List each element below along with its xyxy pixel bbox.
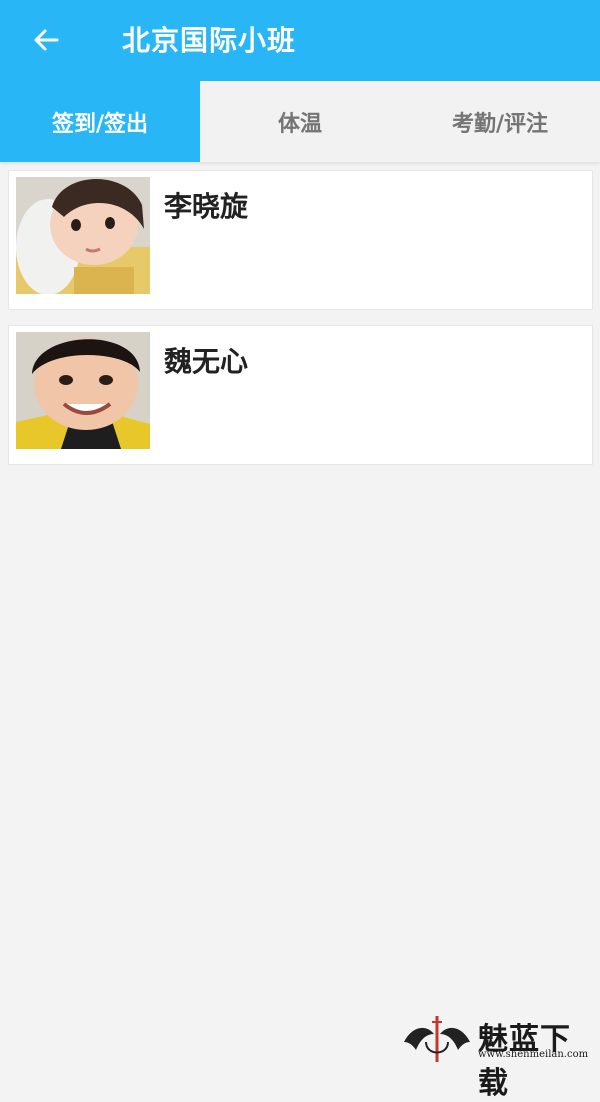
arrow-left-icon bbox=[34, 29, 59, 51]
watermark-url: www.shenmeilan.com bbox=[478, 1049, 589, 1060]
tab-sign-in-out[interactable]: 签到/签出 bbox=[0, 81, 200, 162]
page-title: 北京国际小班 bbox=[122, 24, 297, 57]
student-avatar bbox=[16, 177, 150, 294]
dragon-logo-icon bbox=[404, 1016, 470, 1062]
student-name: 李晓旋 bbox=[164, 190, 249, 223]
tab-bar: 签到/签出 体温 考勤/评注 bbox=[0, 81, 600, 162]
tab-temperature[interactable]: 体温 bbox=[200, 81, 400, 162]
student-name: 魏无心 bbox=[164, 345, 249, 378]
student-list: 李晓旋 魏无心 bbox=[8, 170, 593, 480]
student-card[interactable]: 魏无心 bbox=[8, 325, 593, 465]
app-bar: 北京国际小班 bbox=[0, 0, 600, 81]
back-button[interactable] bbox=[26, 20, 66, 60]
student-avatar bbox=[16, 332, 150, 449]
student-card[interactable]: 李晓旋 bbox=[8, 170, 593, 310]
tab-attendance-comments[interactable]: 考勤/评注 bbox=[400, 81, 600, 162]
watermark-logo: 魅蓝下载 www.shenmeilan.com bbox=[402, 1012, 597, 1101]
